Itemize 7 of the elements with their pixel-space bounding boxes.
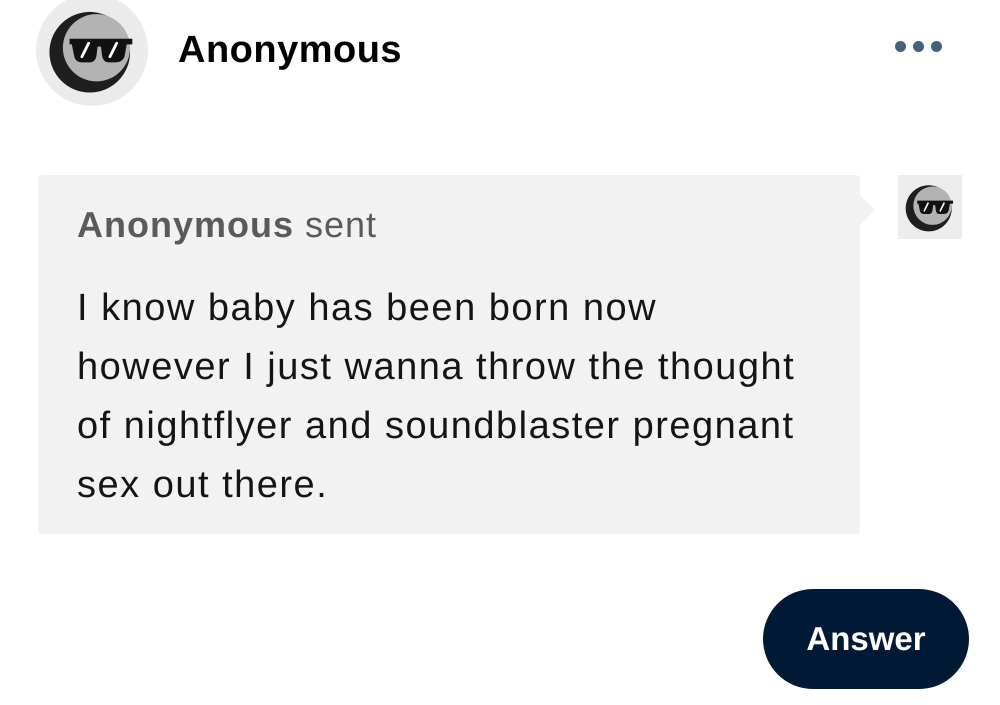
answer-button[interactable]: Answer <box>763 589 969 689</box>
ask-sender-line: Anonymous sent <box>77 203 378 247</box>
more-options-icon[interactable] <box>895 40 942 52</box>
author-name[interactable]: Anonymous <box>178 28 895 72</box>
avatar-icon <box>898 175 962 239</box>
ask-message: I know baby has been born now however I just wanna throw the thought of nightflyer and soundblaster pregnant sex out there. <box>77 286 796 508</box>
avatar-icon[interactable] <box>36 0 148 106</box>
